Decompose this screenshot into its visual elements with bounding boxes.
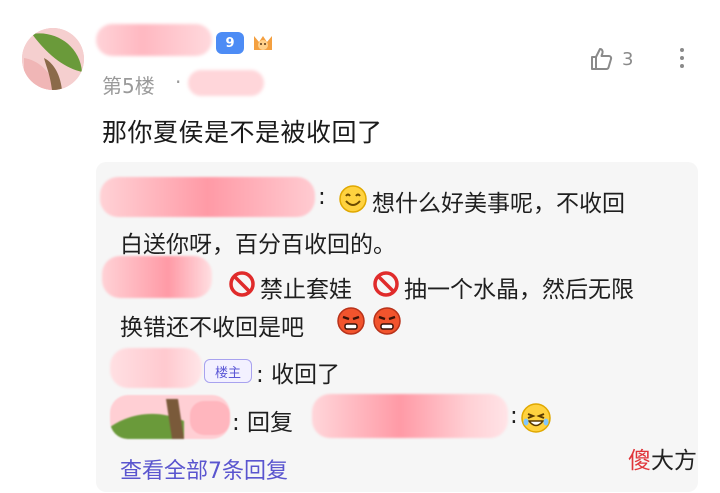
- reply-text: : 回复: [232, 410, 294, 436]
- like-button[interactable]: 3: [588, 46, 633, 72]
- reply-username-blurred[interactable]: [110, 348, 202, 388]
- avatar-image: [22, 28, 84, 90]
- reply-text: 想什么好美事呢，不收回: [372, 191, 625, 217]
- like-count: 3: [622, 48, 634, 70]
- avatar[interactable]: [22, 28, 84, 90]
- reply-colon: :: [510, 403, 518, 429]
- reply-text: 禁止套娃: [260, 277, 352, 303]
- fox-emblem-icon: [250, 30, 276, 56]
- view-all-replies-link[interactable]: 查看全部7条回复: [120, 453, 288, 485]
- watermark-rest: 大方: [651, 448, 697, 474]
- host-badge: 楼主: [204, 359, 252, 383]
- smile-emoji-icon: [338, 184, 368, 218]
- comment-content: 那你夏侯是不是被收回了: [102, 118, 383, 147]
- level-badge: 9: [216, 32, 244, 54]
- watermark: 傻大方: [628, 441, 697, 475]
- more-dot-icon: [680, 56, 684, 60]
- reply-text: : 收回了: [256, 362, 341, 388]
- more-dot-icon: [680, 48, 684, 52]
- thumbs-up-icon: [591, 48, 613, 70]
- reply-username-blurred[interactable]: [102, 256, 212, 298]
- more-options-button[interactable]: [670, 44, 694, 76]
- prohibited-icon: [372, 270, 400, 302]
- reply-avatar-blurred[interactable]: [110, 395, 230, 439]
- watermark-first-char: 傻: [628, 448, 651, 474]
- username-blurred[interactable]: [96, 24, 212, 56]
- angry-emoji-icon: [372, 306, 402, 340]
- more-dot-icon: [680, 64, 684, 68]
- reply-target-username-blurred[interactable]: [312, 394, 508, 438]
- crying-laugh-emoji-icon: [520, 402, 552, 438]
- angry-emoji-icon: [336, 306, 366, 340]
- reply-text: 白送你呀，百分百收回的。: [120, 232, 396, 258]
- separator-dot: ·: [175, 70, 182, 94]
- reply-username-blurred[interactable]: [100, 177, 315, 217]
- prohibited-icon: [228, 270, 256, 302]
- reply-colon: :: [318, 184, 326, 210]
- timestamp-blurred: [188, 70, 264, 96]
- reply-text: 换错还不收回是吧: [120, 315, 304, 341]
- reply-text: 抽一个水晶，然后无限: [404, 277, 634, 303]
- floor-label: 第5楼: [102, 74, 155, 98]
